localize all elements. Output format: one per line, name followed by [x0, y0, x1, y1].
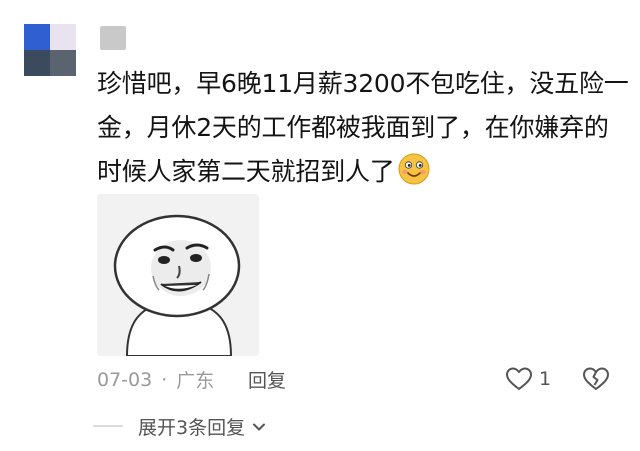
meme-face-icon	[97, 194, 259, 356]
username-obscured[interactable]	[100, 26, 126, 50]
meta-separator: ·	[161, 368, 168, 391]
comment-text: 珍惜吧，早6晚11月薪3200不包吃住，没五险一 金，月休2天的工作都被我面到了…	[97, 62, 629, 194]
comment-location: 广东	[176, 370, 215, 392]
broken-heart-icon[interactable]	[582, 366, 610, 392]
heart-icon	[506, 367, 532, 390]
meme-image[interactable]	[97, 194, 259, 356]
comment-line-1: 珍惜吧，早6晚11月薪3200不包吃住，没五险一	[97, 69, 629, 98]
smile-emoji-icon	[398, 153, 430, 185]
comment-line-2: 金，月休2天的工作都被我面到了，在你嫌弃的	[97, 113, 609, 142]
like-button[interactable]: 1	[505, 366, 551, 392]
expand-divider	[93, 425, 123, 427]
expand-replies-label: 展开3条回复	[138, 417, 246, 439]
like-count: 1	[539, 368, 552, 390]
reply-button[interactable]: 回复	[248, 366, 286, 393]
comment-line-3: 时候人家第二天就招到人了	[97, 150, 627, 194]
avatar[interactable]	[24, 24, 76, 76]
chevron-down-icon	[253, 423, 266, 430]
comment-line-3-text: 时候人家第二天就招到人了	[97, 157, 395, 186]
expand-replies-button[interactable]: 展开3条回复	[138, 413, 267, 440]
comment-date: 07-03	[97, 368, 153, 391]
comment-meta: 07-03 · 广东	[97, 366, 214, 393]
